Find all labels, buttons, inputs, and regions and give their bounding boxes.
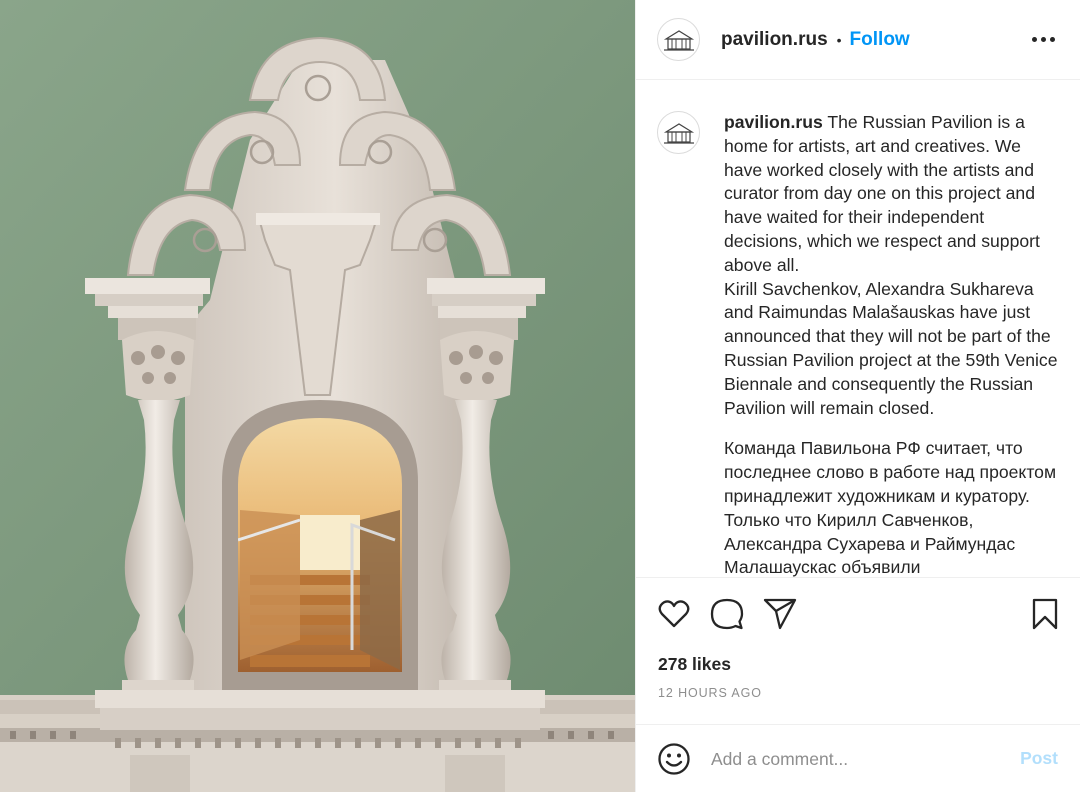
emoji-icon[interactable] (657, 742, 691, 776)
caption-paragraph-3: Команда Павильона РФ считает, что послед… (724, 438, 1057, 577)
caption-avatar[interactable] (657, 111, 700, 154)
post-comment-button[interactable]: Post (1020, 748, 1058, 769)
header-username[interactable]: pavilion.rus (721, 29, 828, 51)
pavilion-logo-icon (663, 29, 694, 51)
caption-username[interactable]: pavilion.rus (724, 112, 823, 132)
caption-text: pavilion.rus The Russian Pavilion is a h… (724, 111, 1062, 577)
window-photo (0, 0, 635, 792)
caption-paragraph-1: The Russian Pavilion is a home for artis… (724, 112, 1040, 275)
post-header: pavilion.rus • Follow (636, 0, 1080, 80)
instagram-post: pavilion.rus • Follow pavilion.rus The R… (0, 0, 1080, 792)
post-side-panel: pavilion.rus • Follow pavilion.rus The R… (635, 0, 1080, 792)
share-icon[interactable] (763, 597, 797, 631)
post-photo[interactable] (0, 0, 635, 792)
follow-button[interactable]: Follow (850, 29, 910, 51)
avatar[interactable] (657, 18, 700, 61)
action-icons (657, 597, 1062, 631)
caption-paragraph: pavilion.rus The Russian Pavilion is a h… (724, 111, 1062, 278)
heart-icon[interactable] (657, 597, 691, 631)
likes-count[interactable]: 278 likes (658, 654, 731, 675)
bookmark-icon[interactable] (1028, 597, 1062, 631)
caption-paragraph-2: Kirill Savchenkov, Alexandra Sukhareva a… (724, 278, 1058, 418)
comment-box: Post (636, 724, 1080, 792)
caption-area: pavilion.rus The Russian Pavilion is a h… (636, 81, 1080, 577)
post-actions: 278 likes 12 HOURS AGO (636, 577, 1080, 724)
post-timestamp[interactable]: 12 HOURS AGO (658, 686, 762, 700)
separator-dot: • (836, 31, 842, 48)
more-horizontal-icon[interactable] (1028, 24, 1058, 54)
comment-input[interactable] (711, 743, 1001, 775)
pavilion-logo-icon (663, 122, 694, 144)
comment-icon[interactable] (710, 597, 744, 631)
